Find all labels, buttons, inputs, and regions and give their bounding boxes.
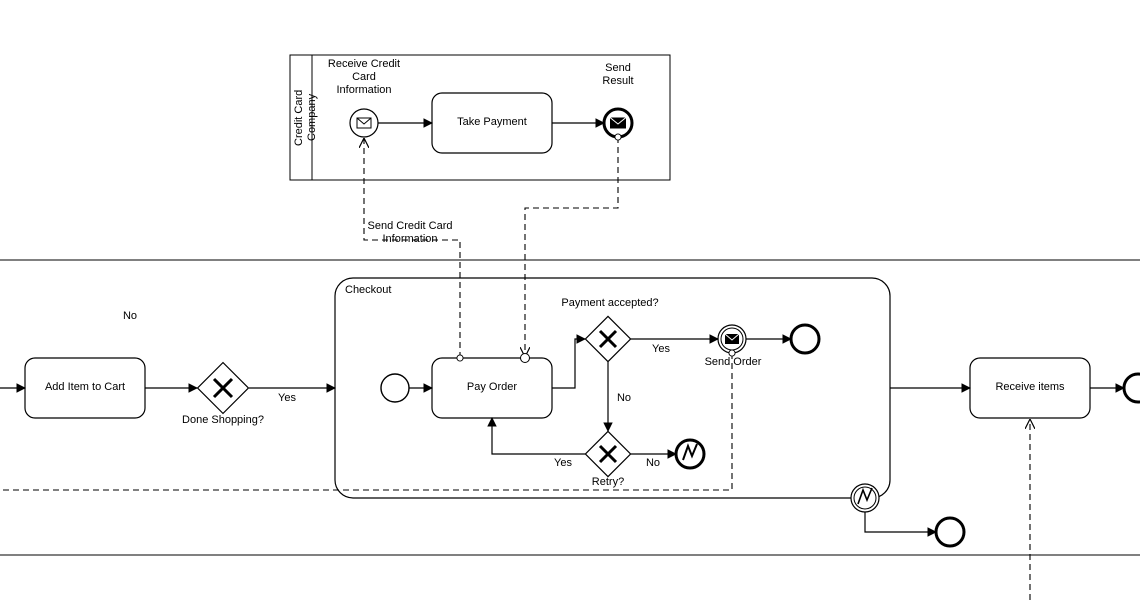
task-pay-order[interactable] [432,358,552,418]
gateway-done-shopping[interactable] [198,363,249,414]
event-send-result[interactable] [604,109,632,137]
event-error-end[interactable] [676,440,704,468]
msg-endpoint-payorder [521,354,530,363]
boundary-error-event[interactable] [851,484,879,512]
task-add-item-to-cart[interactable] [25,358,145,418]
event-receive-cc-info[interactable] [350,109,378,137]
task-take-payment[interactable] [432,93,552,153]
event-send-order[interactable] [718,325,746,353]
task-receive-items[interactable] [970,358,1090,418]
end-event-checkout[interactable] [791,325,819,353]
start-event-checkout[interactable] [381,374,409,402]
end-event-far-right[interactable] [1124,374,1140,402]
end-event-after-error[interactable] [936,518,964,546]
flow-boundary-to-end [865,512,936,532]
